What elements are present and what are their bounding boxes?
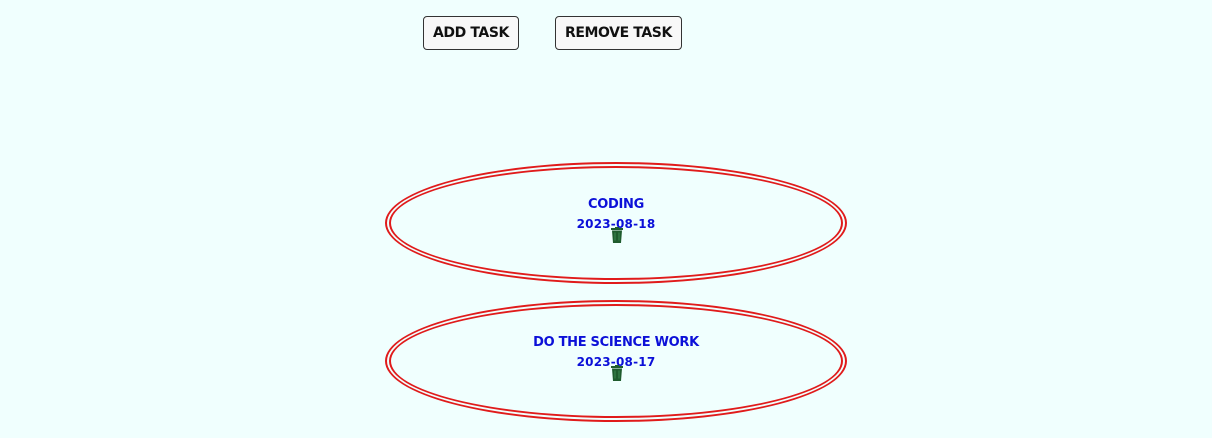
task-title: DO THE SCIENCE WORK [533,335,699,350]
task-title: CODING [588,197,644,212]
task-item[interactable]: CODING 2023-08-18 [385,162,847,284]
trash-icon[interactable] [611,365,623,381]
add-task-button[interactable]: ADD TASK [423,16,519,50]
task-item[interactable]: DO THE SCIENCE WORK 2023-08-17 [385,300,847,422]
trash-icon[interactable] [611,227,623,243]
toolbar: ADD TASK REMOVE TASK [423,16,682,50]
task-list: CODING 2023-08-18 DO THE SCIENCE WORK 20… [385,162,847,438]
remove-task-button[interactable]: REMOVE TASK [554,16,682,50]
